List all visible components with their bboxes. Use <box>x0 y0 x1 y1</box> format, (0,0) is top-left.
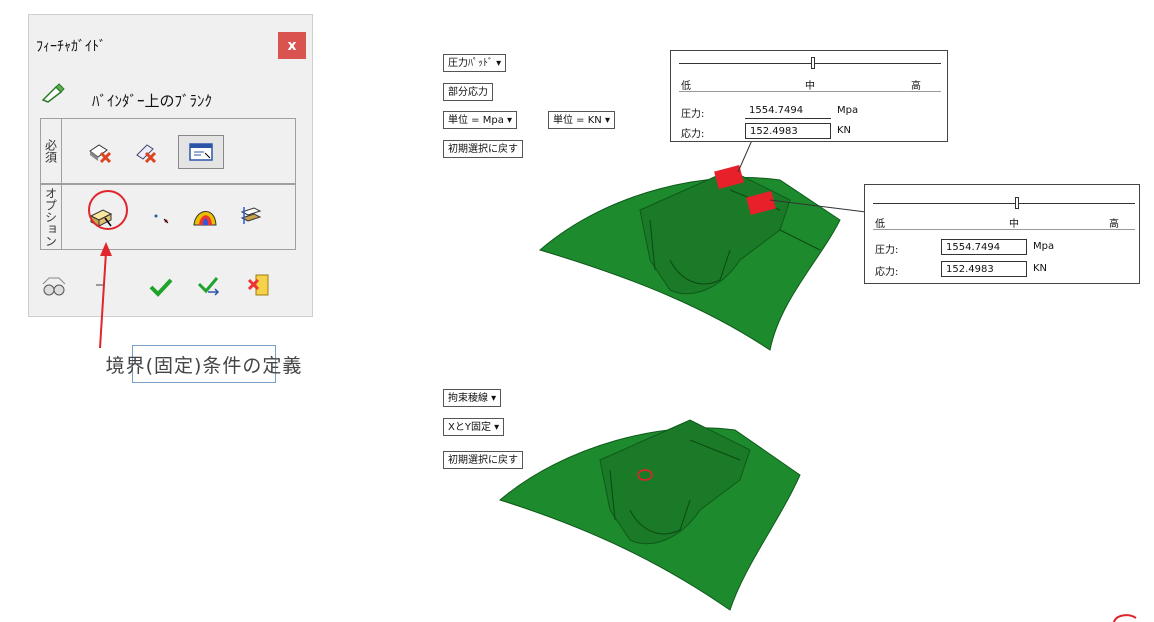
divider <box>873 229 1135 230</box>
divider <box>679 91 941 92</box>
bottom-part-model <box>498 419 801 611</box>
slider-high: 高 <box>1109 219 1119 230</box>
glasses-icon[interactable] <box>40 274 68 300</box>
feature-name: ﾊﾞｲﾝﾀﾞｰ上のﾌﾞﾗﾝｸ <box>92 92 213 110</box>
pressure-input[interactable]: 1554.7494 <box>941 239 1027 255</box>
exit-icon[interactable] <box>244 270 274 300</box>
stress-label: 応力: <box>875 267 899 278</box>
layers-icon[interactable] <box>236 202 266 230</box>
reset-selection-button[interactable]: 初期選択に戻す <box>443 140 523 158</box>
pressure-panel-1: 低 中 高 圧力: 1554.7494 Mpa 応力: 152.4983 KN <box>670 50 948 142</box>
apply-next-icon[interactable] <box>194 272 224 300</box>
contour-icon[interactable] <box>190 200 220 230</box>
blank-delete-icon[interactable] <box>86 140 114 166</box>
window-select-icon[interactable] <box>178 135 224 169</box>
stress-label: 応力: <box>681 129 705 140</box>
unit-mpa-dropdown[interactable]: 単位 = Mpa ▾ <box>443 111 518 129</box>
pencil-icon <box>38 80 68 106</box>
required-section: 必須 <box>40 118 296 184</box>
slider-track[interactable] <box>679 63 941 64</box>
highlight-circle <box>88 190 128 230</box>
slider-low: 低 <box>875 219 885 230</box>
slider-track[interactable] <box>873 203 1135 204</box>
check-icon[interactable] <box>146 274 176 300</box>
slider-high: 高 <box>911 81 921 92</box>
boundary-condition-callout: 境界(固定)条件の定義 <box>106 345 301 383</box>
slider-low: 低 <box>681 81 691 92</box>
unit-kn-dropdown[interactable]: 単位 = KN ▾ <box>548 111 615 129</box>
pointer-arrow <box>99 242 112 349</box>
pressure-label: 圧力: <box>875 245 899 256</box>
slider-thumb[interactable] <box>811 57 815 69</box>
constraint-line-dropdown[interactable]: 拘束稜線 ▾ <box>443 389 502 407</box>
pressure-panel-2: 低 中 高 圧力: 1554.7494 Mpa 応力: 152.4983 KN <box>864 184 1140 284</box>
slider-thumb[interactable] <box>1015 197 1019 209</box>
close-button[interactable]: x <box>278 32 306 59</box>
stress-unit: KN <box>837 125 852 136</box>
required-label: 必須 <box>43 139 58 163</box>
pressure-unit: Mpa <box>1033 241 1055 252</box>
stress-unit: KN <box>1033 263 1048 274</box>
stress-input[interactable]: 152.4983 <box>941 261 1027 277</box>
partial-stress-button[interactable]: 部分応力 <box>443 83 493 101</box>
partial-red-circle <box>1113 614 1137 622</box>
slider-mid: 中 <box>805 81 815 92</box>
pressure-label: 圧力: <box>681 109 705 120</box>
pressure-input[interactable]: 1554.7494 <box>745 103 831 119</box>
points-icon[interactable] <box>148 205 174 231</box>
option-label-cell: オプション <box>41 185 62 249</box>
slider-mid: 中 <box>1009 219 1019 230</box>
required-label-cell: 必須 <box>41 119 62 183</box>
guide-title: ﾌｨｰﾁｬｶﾞｲﾄﾞ <box>36 39 106 55</box>
pressure-pad-dropdown[interactable]: 圧力ﾊﾟｯﾄﾞ ▾ <box>443 54 507 72</box>
binder-delete-icon[interactable] <box>132 140 160 166</box>
stress-input[interactable]: 152.4983 <box>745 123 831 139</box>
pressure-unit: Mpa <box>837 105 859 116</box>
option-label: オプション <box>43 187 58 247</box>
